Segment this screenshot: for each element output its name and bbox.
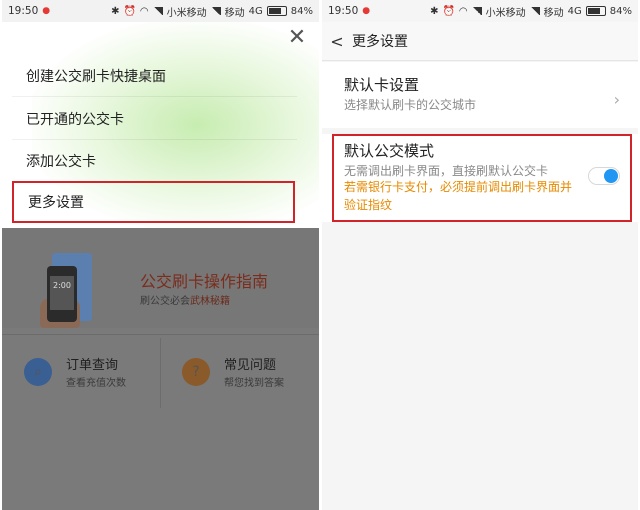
chevron-right-icon: › <box>613 90 620 109</box>
guide-banner[interactable]: 2:00 公交刷卡操作指南 刷公交必会武林秘籍 <box>2 228 319 328</box>
right-screen: 19:50 ● ✱ ⏰ ◠ 小米移动 移动 4G 84% < 更多设置 默认卡设… <box>322 0 638 510</box>
banner-title: 公交刷卡操作指南 <box>140 272 269 291</box>
popup-menu: ✕ 创建公交刷卡快捷桌面 已开通的公交卡 添加公交卡 更多设置 <box>2 22 319 228</box>
menu-item-add-card[interactable]: 添加公交卡 <box>12 140 297 182</box>
default-card-desc: 选择默认刷卡的公交城市 <box>344 98 477 112</box>
carrier-2: 移动 <box>224 7 245 19</box>
screenshot-frame: 19:50 ● ✱ ⏰ ◠ 小米移动 移动 4G 84% ✕ 创建公交刷卡快捷桌… <box>0 0 640 510</box>
carrier-1: 小米移动 <box>166 7 207 19</box>
alarm-icon: ⏰ <box>123 5 136 17</box>
app-bar: < 更多设置 <box>322 22 638 61</box>
status-bar: 19:50 ● ✱ ⏰ ◠ 小米移动 移动 4G 84% <box>2 0 319 22</box>
banner-subtitle: 刷公交必会武林秘籍 <box>140 296 230 307</box>
default-card-setting[interactable]: 默认卡设置 选择默认刷卡的公交城市 › <box>322 62 638 128</box>
default-card-label: 默认卡设置 <box>344 76 420 94</box>
battery-percent: 84% <box>609 5 632 17</box>
status-bar: 19:50 ● ✱ ⏰ ◠ 小米移动 移动 4G 84% <box>322 0 638 22</box>
faq-entry[interactable]: ? 常见问题 帮您找到答案 <box>160 348 318 408</box>
carrier-2: 移动 <box>543 7 564 19</box>
menu-item-create-shortcut[interactable]: 创建公交刷卡快捷桌面 <box>12 55 297 97</box>
back-arrow-icon[interactable]: < <box>322 32 352 51</box>
carrier-1: 小米移动 <box>485 7 526 19</box>
search-icon: ⌕ <box>24 358 52 386</box>
bluetooth-icon: ✱ <box>430 5 439 17</box>
status-time: 19:50 <box>328 5 359 17</box>
highlight-box <box>332 134 632 222</box>
close-icon[interactable]: ✕ <box>285 26 309 50</box>
page-title: 更多设置 <box>352 34 408 50</box>
menu-item-more-settings[interactable]: 更多设置 <box>12 181 295 223</box>
battery-icon <box>585 6 606 16</box>
status-time: 19:50 <box>8 5 39 17</box>
network-type: 4G <box>248 5 263 17</box>
signal-icon <box>529 7 540 15</box>
signal-icon <box>210 7 221 15</box>
wifi-icon: ◠ <box>458 5 468 17</box>
network-type: 4G <box>567 5 582 17</box>
left-screen: 19:50 ● ✱ ⏰ ◠ 小米移动 移动 4G 84% ✕ 创建公交刷卡快捷桌… <box>2 0 319 510</box>
location-icon: ● <box>362 6 371 16</box>
order-query-entry[interactable]: ⌕ 订单查询 查看充值次数 <box>2 348 160 408</box>
signal-icon <box>152 7 163 15</box>
signal-icon <box>471 7 482 15</box>
dimmed-page: 2:00 公交刷卡操作指南 刷公交必会武林秘籍 ⌕ 订单查询 查看充值次数 ? … <box>2 228 319 510</box>
battery-icon <box>266 6 287 16</box>
battery-percent: 84% <box>290 5 313 17</box>
wifi-icon: ◠ <box>139 5 149 17</box>
phone-image: 2:00 <box>47 266 77 322</box>
bluetooth-icon: ✱ <box>111 5 120 17</box>
question-icon: ? <box>182 358 210 386</box>
menu-item-opened-cards[interactable]: 已开通的公交卡 <box>12 98 297 140</box>
alarm-icon: ⏰ <box>442 5 455 17</box>
location-icon: ● <box>42 6 51 16</box>
